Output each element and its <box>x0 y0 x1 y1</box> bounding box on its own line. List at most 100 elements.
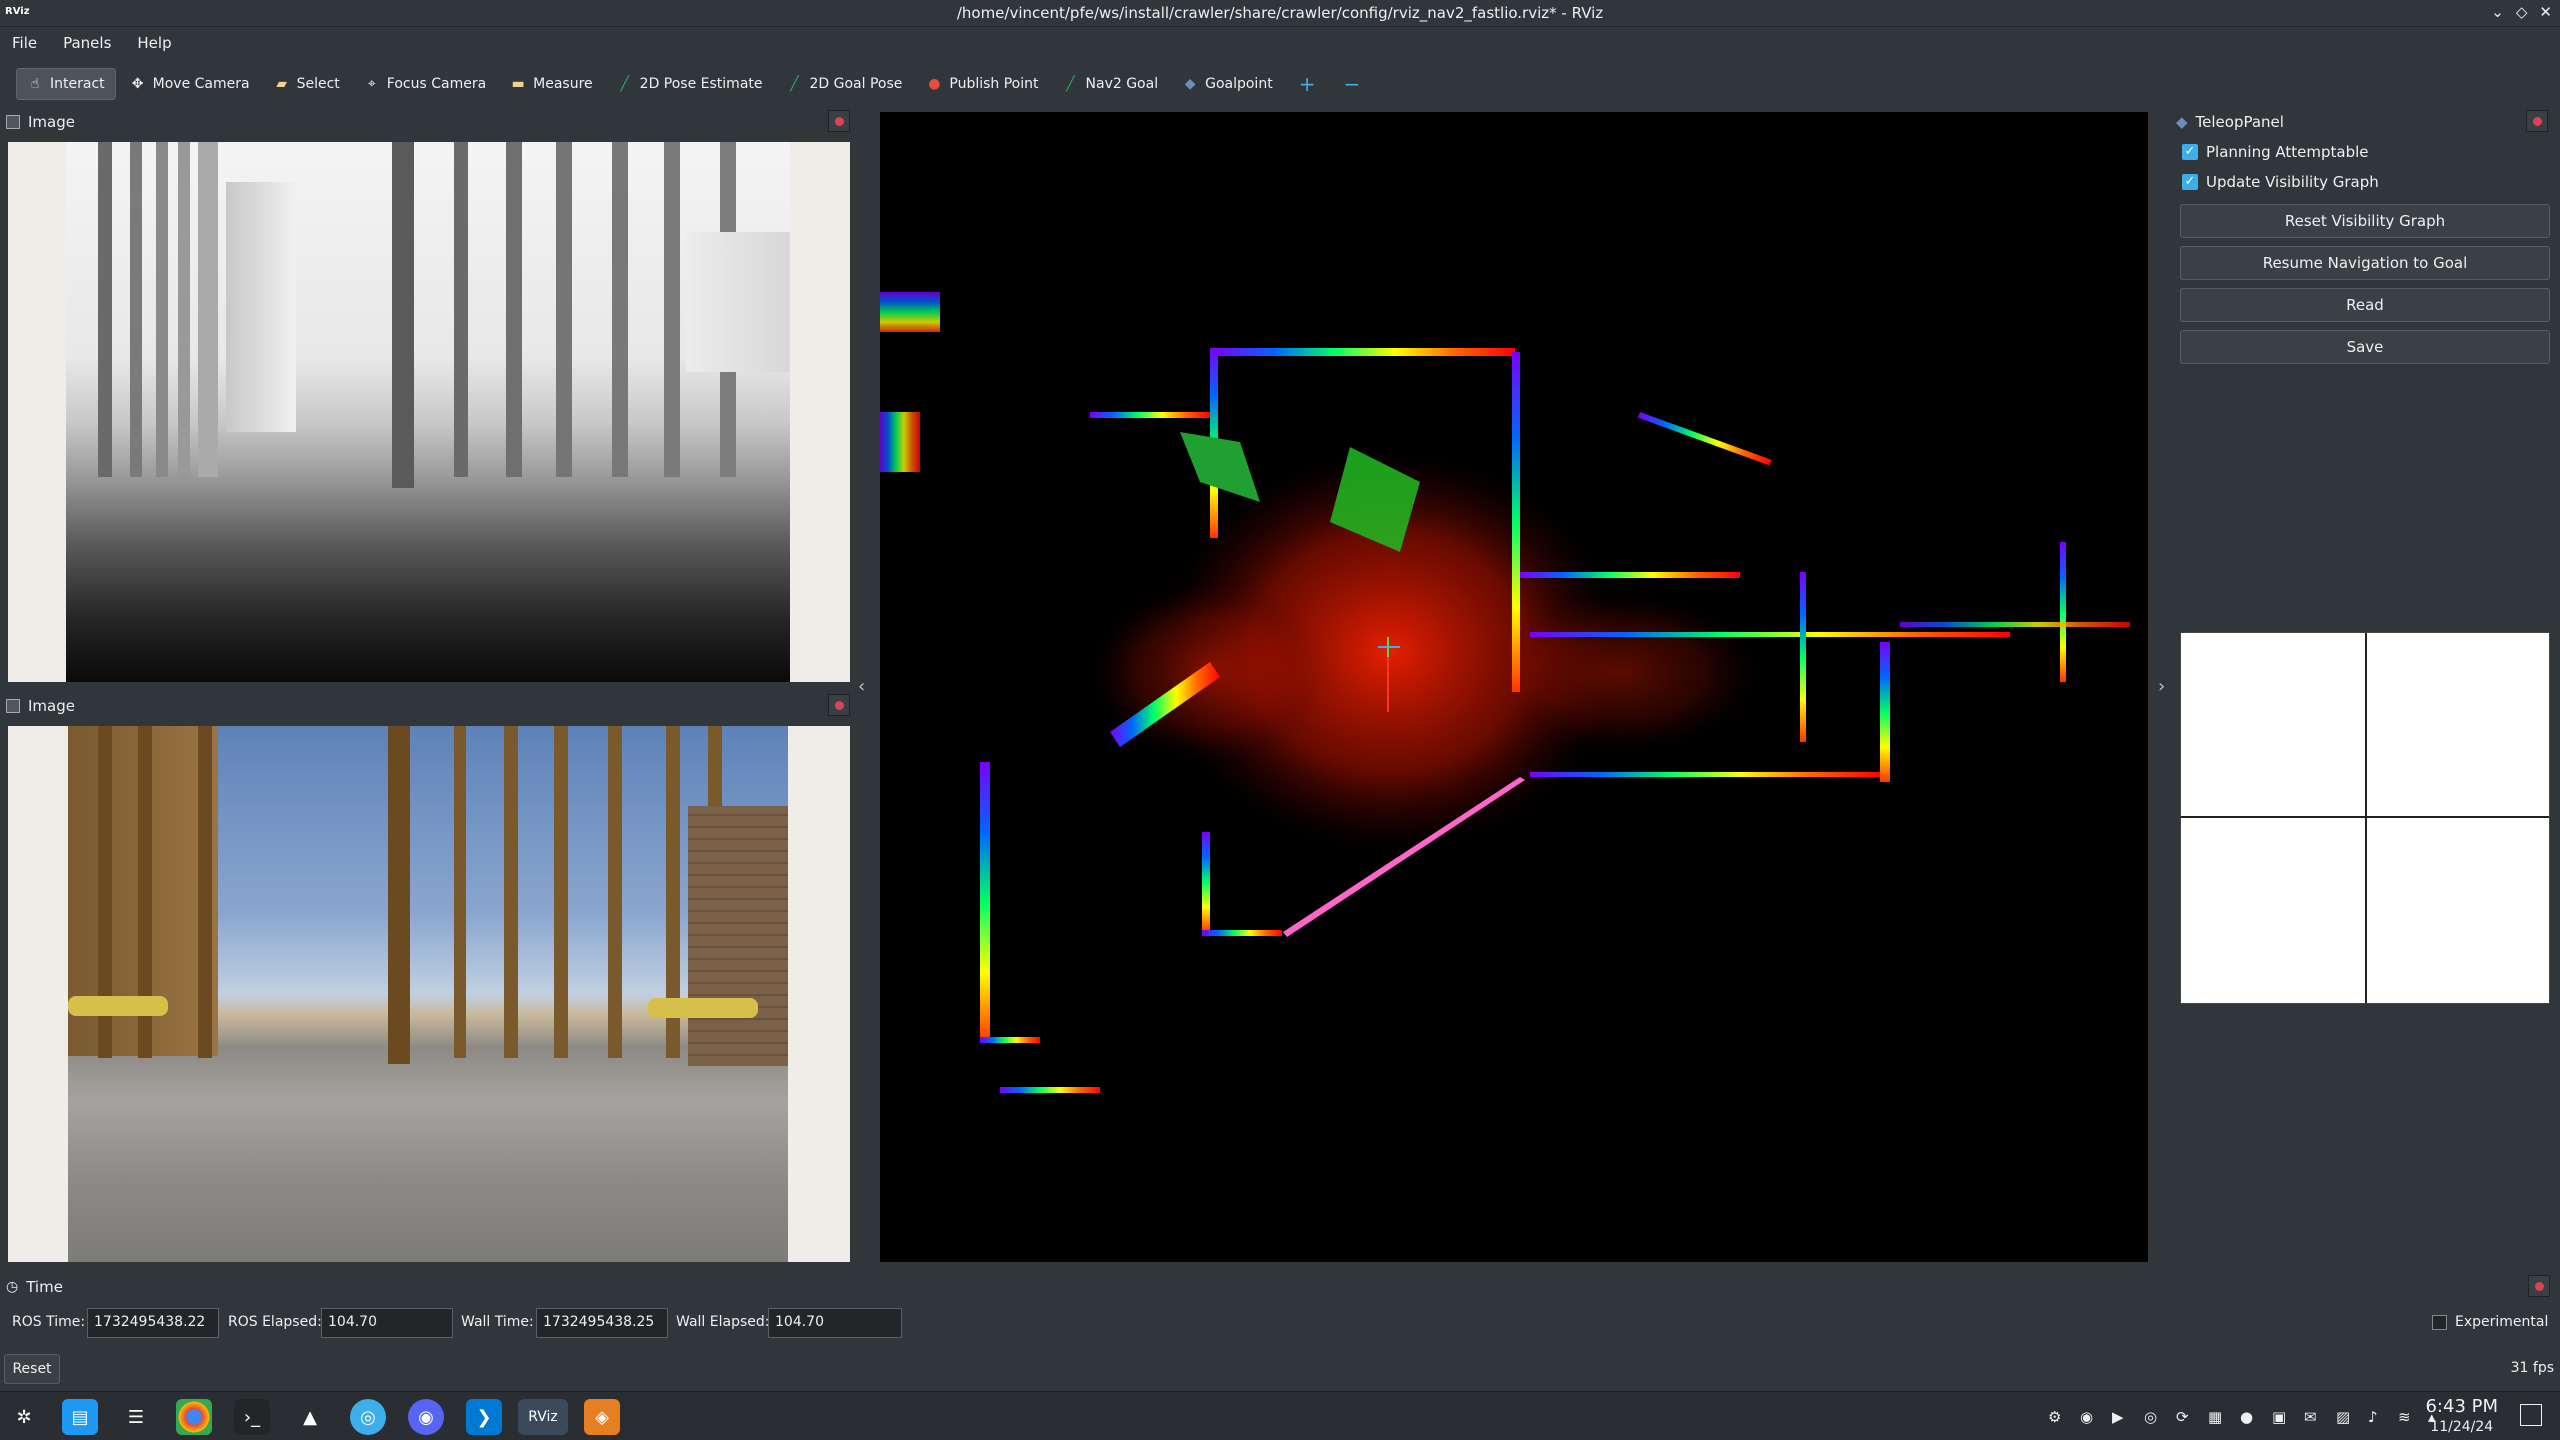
focus-camera-tool-button[interactable]: ⌖ Focus Camera <box>354 68 496 100</box>
teleop-joystick-pad[interactable] <box>2180 632 2550 1004</box>
close-icon <box>2534 1281 2544 1291</box>
close-panel-button[interactable] <box>828 694 850 716</box>
title-bar: RViz /home/vincent/pfe/ws/install/crawle… <box>0 0 2560 27</box>
green-arrow-icon: ╱ <box>1066 76 1075 92</box>
experimental-checkbox[interactable]: Experimental <box>2432 1314 2548 1330</box>
ros-elapsed-field[interactable]: 104.70 <box>321 1308 453 1338</box>
image-panel-top-header: Image <box>6 109 75 135</box>
window-title: /home/vincent/pfe/ws/install/crawler/sha… <box>956 4 1604 22</box>
goal-pose-tool-button[interactable]: ╱ 2D Goal Pose <box>777 68 913 100</box>
select-tool-button[interactable]: ▰ Select <box>264 68 350 100</box>
image-panel-icon <box>6 699 20 713</box>
menu-bar: File Panels Help <box>0 28 2560 58</box>
show-desktop-icon[interactable] <box>2520 1404 2542 1426</box>
wall-elapsed-field[interactable]: 104.70 <box>768 1308 902 1338</box>
move-camera-tool-button[interactable]: ✥ Move Camera <box>120 68 260 100</box>
image-panel-bottom-title: Image <box>28 697 75 715</box>
time-panel-header: ◷ Time <box>6 1274 63 1300</box>
close-panel-button[interactable] <box>2526 110 2548 132</box>
read-button[interactable]: Read <box>2180 288 2550 322</box>
close-panel-button[interactable] <box>2528 1275 2550 1297</box>
interact-tool-button[interactable]: ☝ Interact <box>16 68 116 100</box>
pose-estimate-label: 2D Pose Estimate <box>639 76 763 92</box>
check-icon: ✓ <box>2182 174 2198 190</box>
graph-app-icon[interactable]: ▲ <box>292 1399 328 1435</box>
remove-tool-button[interactable]: − <box>1331 68 1372 100</box>
vscode-icon[interactable]: ❯ <box>466 1399 502 1435</box>
checkbox-box <box>2432 1314 2447 1330</box>
measure-tool-button[interactable]: ▬ Measure <box>500 68 603 100</box>
wall-time-field[interactable]: 1732495438.25 <box>536 1308 668 1338</box>
reset-visibility-graph-button[interactable]: Reset Visibility Graph <box>2180 204 2550 238</box>
map-pin-icon: ● <box>928 76 941 92</box>
tray-update-icon[interactable]: ⟳ <box>2176 1408 2189 1426</box>
close-panel-button[interactable] <box>828 110 850 132</box>
file-manager-icon[interactable]: ▤ <box>62 1399 98 1435</box>
maximize-icon[interactable]: ◇ <box>2516 3 2528 21</box>
tray-messages-icon[interactable]: ✉ <box>2304 1408 2317 1426</box>
tray-notes-icon[interactable]: ▣ <box>2272 1408 2286 1426</box>
goalpoint-tool-button[interactable]: ◆ Goalpoint <box>1172 68 1283 100</box>
rviz-taskbar-icon[interactable]: RViz <box>518 1399 568 1435</box>
taskbar-clock[interactable]: 6:43 PM 11/24/24 <box>2425 1397 2498 1437</box>
tray-discord-icon[interactable]: ◉ <box>2080 1408 2093 1426</box>
app-launcher-icon[interactable]: ✲ <box>6 1399 42 1435</box>
nav2-goal-label: Nav2 Goal <box>1085 76 1159 92</box>
nav2-goal-tool-button[interactable]: ╱ Nav2 Goal <box>1053 68 1169 100</box>
pose-estimate-tool-button[interactable]: ╱ 2D Pose Estimate <box>607 68 773 100</box>
green-arrow-icon: ╱ <box>620 76 629 92</box>
collapse-right-icon[interactable]: › <box>2158 676 2165 697</box>
tray-media-icon[interactable]: ▶ <box>2112 1408 2124 1426</box>
planning-attemptable-checkbox[interactable]: ✓ Planning Attemptable <box>2182 143 2369 161</box>
goalpoint-label: Goalpoint <box>1205 76 1273 92</box>
update-visibility-graph-label: Update Visibility Graph <box>2206 173 2379 191</box>
clock-date: 11/24/24 <box>2430 1419 2494 1435</box>
ruler-icon: ▬ <box>511 76 525 92</box>
time-panel-title: Time <box>26 1278 63 1296</box>
minimize-icon[interactable]: ⌄ <box>2491 3 2504 21</box>
check-icon: ✓ <box>2182 144 2198 160</box>
close-icon[interactable]: ✕ <box>2539 3 2552 21</box>
chrome-icon[interactable] <box>176 1399 212 1435</box>
menu-help[interactable]: Help <box>137 34 171 52</box>
teleop-panel-header: ◆ TeleopPanel <box>2176 109 2284 135</box>
tool-bar: ☝ Interact ✥ Move Camera ▰ Select ⌖ Focu… <box>0 62 2560 106</box>
time-panel: ◷ Time ROS Time: 1732495438.22 ROS Elaps… <box>0 1272 2560 1344</box>
close-icon <box>2532 116 2542 126</box>
move-camera-label: Move Camera <box>152 76 250 92</box>
ros-time-label: ROS Time: <box>12 1314 86 1330</box>
camera-image-view <box>8 726 850 1262</box>
discord-icon[interactable]: ◉ <box>408 1399 444 1435</box>
tray-clipboard-icon[interactable]: ▦ <box>2208 1408 2222 1426</box>
tray-image-icon[interactable]: ▨ <box>2336 1408 2350 1426</box>
collapse-left-icon[interactable]: ‹ <box>858 676 865 697</box>
system-monitor-icon[interactable]: ☰ <box>118 1399 154 1435</box>
wall-elapsed-label: Wall Elapsed: <box>676 1314 770 1330</box>
tray-weather-icon[interactable]: ● <box>2240 1408 2253 1426</box>
reset-button[interactable]: Reset <box>4 1354 60 1384</box>
close-icon <box>834 116 844 126</box>
clock-time: 6:43 PM <box>2425 1396 2498 1417</box>
tray-vpn-icon[interactable]: ◎ <box>2144 1408 2157 1426</box>
terminal-icon[interactable]: ›_ <box>234 1399 270 1435</box>
publish-point-label: Publish Point <box>949 76 1039 92</box>
update-visibility-graph-checkbox[interactable]: ✓ Update Visibility Graph <box>2182 173 2379 191</box>
hand-pointer-icon: ☝ <box>30 76 40 92</box>
tray-settings-icon[interactable]: ⚙ <box>2048 1408 2061 1426</box>
tray-wifi-icon[interactable]: ≋ <box>2398 1408 2411 1426</box>
publish-point-tool-button[interactable]: ● Publish Point <box>916 68 1048 100</box>
joystick-horizontal-axis <box>2181 816 2549 818</box>
depth-image <box>66 142 790 682</box>
3d-render-viewport[interactable] <box>880 112 2148 1262</box>
resume-navigation-button[interactable]: Resume Navigation to Goal <box>2180 246 2550 280</box>
menu-file[interactable]: File <box>12 34 37 52</box>
fps-counter: 31 fps <box>2510 1360 2554 1376</box>
depth-image-view <box>8 142 850 682</box>
package-app-icon[interactable]: ◈ <box>584 1399 620 1435</box>
add-tool-button[interactable]: + <box>1287 68 1328 100</box>
menu-panels[interactable]: Panels <box>63 34 111 52</box>
save-button[interactable]: Save <box>2180 330 2550 364</box>
ros-time-field[interactable]: 1732495438.22 <box>87 1308 219 1338</box>
tray-volume-icon[interactable]: ♪ <box>2368 1408 2378 1426</box>
network-app-icon[interactable]: ◎ <box>350 1399 386 1435</box>
